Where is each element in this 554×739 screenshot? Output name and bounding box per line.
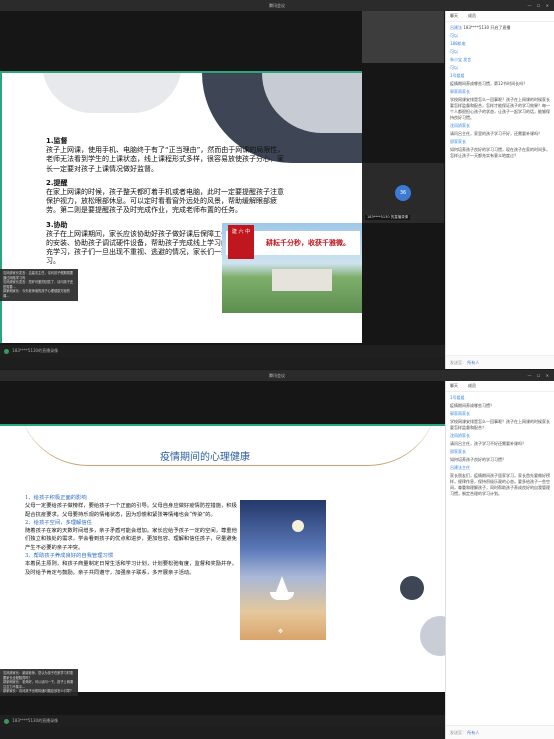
status-text: 183****5130的直播录像 xyxy=(12,348,59,353)
status-bar: 183****5130的直播录像 xyxy=(0,715,445,727)
chat-sender: 吕建法主任 xyxy=(450,465,470,470)
section-text: 孩子上网课，使用手机、电脑终于有了“正当理由”，然而由于网课的局限性，老师无法看… xyxy=(46,146,285,173)
tab-chat[interactable]: 聊天 xyxy=(450,13,458,19)
chat-messages: 1号姐姐 疫情期间养成哪些习惯？ 郭家雨家长 学校网课安排是怎么一回事呢？孩子在… xyxy=(446,392,554,502)
chat-message: 1号姐姐 xyxy=(450,73,465,78)
video-label: 183****5130 的直播录像 xyxy=(365,215,411,220)
presentation-stage: 疫情期间的心理健康 1、给孩子积极正面的影响 父母一定要给孩子做榜样，要给孩子一… xyxy=(0,381,445,727)
status-text: 183****5130的直播录像 xyxy=(12,718,59,723)
window-controls[interactable]: — ☐ ✕ xyxy=(528,370,551,381)
decor-shape xyxy=(420,616,445,656)
chat-input[interactable]: 发送至： 所有人 xyxy=(446,725,554,739)
overlay-message: 郭家雨家长：老师好，可以请问一下，孩子上网课注意力不集中... xyxy=(3,680,74,689)
item-heading: 3、帮助孩子养成良好的自我管理习惯 xyxy=(25,553,114,560)
send-to-label: 发送至： xyxy=(450,360,466,365)
decor-shape xyxy=(42,73,182,113)
section-heading: 2.提醒 xyxy=(46,178,68,187)
live-video-box[interactable]: 36 183****5130 的直播录像 xyxy=(362,163,444,223)
overlay-message: 邵家家长：请问孩子出现情绪问题应该怎么引导？ xyxy=(3,689,74,694)
chat-message: 疫情期间养成哪些习惯？ xyxy=(450,403,494,408)
window-title: 腾讯会议 xyxy=(269,373,285,378)
chat-messages: 吕建法 183****5130 开启了直播 可以 188机电 可以 朱小宝 发言… xyxy=(446,22,554,164)
presentation-stage: 1.监督 孩子上网课，使用手机、电脑终于有了“正当理由”，然而由于网课的局限性，老… xyxy=(0,11,445,357)
section-text: 在家上网课的时候，孩子整天都盯着手机或者电脑，此时一定要提醒孩子注意保护视力，放… xyxy=(46,188,284,215)
chat-message: 请问吕主任，家里的孩子学习不好，还需要补课吗？ xyxy=(450,131,542,136)
overlay-message: 沈凤娇家长：谢谢老师，您认为孩子在家学习时需要家长全程陪同吗？ xyxy=(3,671,74,680)
school-seal: 建 六 中 xyxy=(228,225,254,259)
meeting-window-bottom: 腾讯会议 — ☐ ✕ 疫情期间的心理健康 1、给孩子积极正面的影响 父母一定要给… xyxy=(0,370,554,739)
item-text: 父母一定要给孩子做榜样，要给孩子一个正面的引导。父母自身应做好疫情防控措施，积极… xyxy=(25,503,237,518)
section-heading: 1.监督 xyxy=(46,137,68,145)
window-controls[interactable]: — ☐ ✕ xyxy=(528,0,551,11)
chat-message: 疫情期间养成哪些习惯，第12节时间长吗？ xyxy=(450,81,528,86)
chat-message: 可以 xyxy=(450,49,458,54)
chat-sender: 1号姐姐 xyxy=(450,395,465,400)
chat-message: 学校网课安排是怎么一回事呢？孩子在上网课的时候家长要怎样监督和配合？ xyxy=(450,419,550,430)
chat-overlay: 沈凤娇家长：谢谢老师，您认为孩子在家学习时需要家长全程陪同吗？ 郭家雨家长：老师… xyxy=(0,669,78,696)
tab-members[interactable]: 成员 xyxy=(468,383,476,389)
overlay-message: 沈凤娇家长发言：吕建法主任，请问孩子假期需要通过网络学习吗 xyxy=(3,271,74,280)
chat-message: 188机电 xyxy=(450,41,466,46)
slide-body: 1、给孩子积极正面的影响 父母一定要给孩子做榜样，要给孩子一个正面的引导。父母自… xyxy=(25,494,240,577)
meeting-window-top: 腾讯会议 — ☐ ✕ 1.监督 孩子上网课，使用手机、电脑终于有了“正当理由”，然… xyxy=(0,0,554,369)
speaker-thumbnail[interactable] xyxy=(362,11,444,63)
window-title: 腾讯会议 xyxy=(269,3,285,8)
title-bar: 腾讯会议 — ☐ ✕ xyxy=(0,370,554,381)
school-photo: 耕耘千分秒，收获千雅微。 建 六 中 xyxy=(222,223,362,313)
tab-chat[interactable]: 聊天 xyxy=(450,383,458,389)
item-heading: 2、给孩子空间，多理解信任 xyxy=(25,519,92,526)
overlay-message: 沈凤娇家长发言：您好可爱的回答了，请问孩子还是需要... xyxy=(3,280,74,289)
decor-shape xyxy=(400,576,424,600)
school-building xyxy=(272,269,332,291)
chat-overlay: 沈凤娇家长发言：吕建法主任，请问孩子假期需要通过网络学习吗 沈凤娇家长发言：您好… xyxy=(0,269,78,301)
chat-sidebar: 聊天 成员 1号姐姐 疫情期间养成哪些习惯？ 郭家雨家长 学校网课安排是怎么一回… xyxy=(445,381,554,739)
overlay-message: 郭家雨家长：今天老师读的孩子心理健康方面的课... xyxy=(3,289,70,298)
chat-sender: 沈凤娇家长 xyxy=(450,123,470,128)
chat-message: 请问吕主任，孩子学习不好还需要补课吗？ xyxy=(450,441,526,446)
chat-message: 吕建法 183****5130 开启了直播 xyxy=(450,25,511,30)
chat-message: 可以 xyxy=(450,33,458,38)
chat-message: 朱小宝 发言 xyxy=(450,57,472,62)
send-to-label: 发送至： xyxy=(450,730,466,735)
chat-sender: 沈凤娇家长 xyxy=(450,433,470,438)
chat-message: 学校网课安排是怎么一回事呢？孩子在上网课的时候家长要怎样监督和配合，怎样才能保证… xyxy=(450,97,550,120)
chat-sidebar: 聊天 成员 吕建法 183****5130 开启了直播 可以 188机电 可以 … xyxy=(445,11,554,369)
item-text: 本着民主原则，和孩子商量制定日常生活和学习计划，计划要松弛有度，监督和奖励并存，… xyxy=(25,561,237,576)
sidebar-tabs: 聊天 成员 xyxy=(446,381,554,392)
chat-sender: 郭家雨家长 xyxy=(450,89,470,94)
chat-input[interactable]: 发送至： 所有人 xyxy=(446,355,554,369)
avatar: 36 xyxy=(395,185,411,201)
item-heading: 1、给孩子积极正面的影响 xyxy=(25,495,87,501)
item-text: 随着孩子在家的天数时间增多，亲子矛盾可能会增加。家长应给予孩子一定的空间，尊重他… xyxy=(25,528,237,551)
live-indicator-icon xyxy=(4,348,9,354)
sidebar-tabs: 聊天 成员 xyxy=(446,11,554,22)
chat-message: 如何培养孩子良好的学习习惯，现在孩子在家的时间多，怎样让孩子一天都充实有意义地度… xyxy=(450,147,550,158)
cursor-icon: ✥ xyxy=(278,628,284,635)
chat-message: 可以 xyxy=(450,65,458,70)
chat-message: 家长朋友们，疫情期间孩子居家学习，家长首先要做好榜样，规律作息，保持积极乐观的心… xyxy=(450,473,550,496)
moon-shape xyxy=(292,520,304,532)
title-bar: 腾讯会议 — ☐ ✕ xyxy=(0,0,554,11)
boat-shape xyxy=(270,592,294,600)
live-indicator-icon xyxy=(4,718,9,724)
send-to-select[interactable]: 所有人 xyxy=(467,730,479,735)
sail-shape xyxy=(276,576,288,592)
section-heading: 3.协助 xyxy=(46,220,68,229)
slide-title: 疫情期间的心理健康 xyxy=(160,452,250,463)
shared-slide: 疫情期间的心理健康 1、给孩子积极正面的影响 父母一定要给孩子做榜样，要给孩子一… xyxy=(0,424,445,692)
chat-message: 如何培养孩子良好的学习习惯？ xyxy=(450,457,506,462)
illustration-image: ✥ xyxy=(240,500,326,640)
chat-sender: 郭家雨家长 xyxy=(450,411,470,416)
chat-sender: 邵家家长 xyxy=(450,139,466,144)
status-bar: 183****5130的直播录像 xyxy=(0,345,445,357)
chat-sender: 邵家家长 xyxy=(450,449,466,454)
shared-slide: 1.监督 孩子上网课，使用手机、电脑终于有了“正当理由”，然而由于网课的局限性，老… xyxy=(0,71,362,343)
send-to-select[interactable]: 所有人 xyxy=(467,360,479,365)
tab-members[interactable]: 成员 xyxy=(468,13,476,19)
